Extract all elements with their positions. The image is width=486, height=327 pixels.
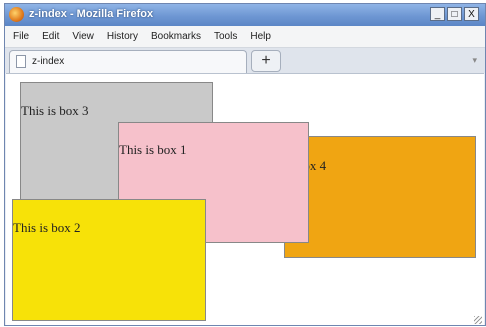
- new-tab-button[interactable]: +: [251, 50, 281, 72]
- window-title: z-index - Mozilla Firefox: [29, 8, 154, 20]
- box-3-label: This is box 3: [21, 103, 89, 118]
- minimize-button[interactable]: _: [430, 7, 445, 21]
- maximize-button[interactable]: □: [447, 7, 462, 21]
- menu-history[interactable]: History: [107, 31, 138, 42]
- menu-view[interactable]: View: [72, 31, 94, 42]
- page-content: This is box 3 This is box 1 is box 4 Thi…: [6, 73, 484, 325]
- box-2-label: This is box 2: [13, 220, 81, 235]
- resize-grip-icon[interactable]: [474, 316, 482, 324]
- box-4: is box 4: [284, 136, 476, 258]
- menu-file[interactable]: File: [13, 31, 29, 42]
- window-controls: _ □ X: [428, 7, 479, 21]
- tab-list-icon[interactable]: ▾: [472, 55, 477, 66]
- tab-label: z-index: [32, 56, 65, 67]
- firefox-icon: [9, 7, 24, 22]
- menu-bar: File Edit View History Bookmarks Tools H…: [5, 26, 485, 48]
- title-bar[interactable]: z-index - Mozilla Firefox _ □ X: [5, 4, 485, 26]
- tab-z-index[interactable]: z-index: [9, 50, 247, 73]
- close-button[interactable]: X: [464, 7, 479, 21]
- menu-bookmarks[interactable]: Bookmarks: [151, 31, 201, 42]
- tab-bar: z-index + ▾: [5, 48, 485, 73]
- menu-edit[interactable]: Edit: [42, 31, 59, 42]
- browser-window: z-index - Mozilla Firefox _ □ X File Edi…: [4, 3, 486, 326]
- box-2: This is box 2: [12, 199, 206, 321]
- box-1-label: This is box 1: [119, 142, 187, 157]
- menu-help[interactable]: Help: [250, 31, 271, 42]
- menu-tools[interactable]: Tools: [214, 31, 237, 42]
- page-icon: [16, 55, 26, 68]
